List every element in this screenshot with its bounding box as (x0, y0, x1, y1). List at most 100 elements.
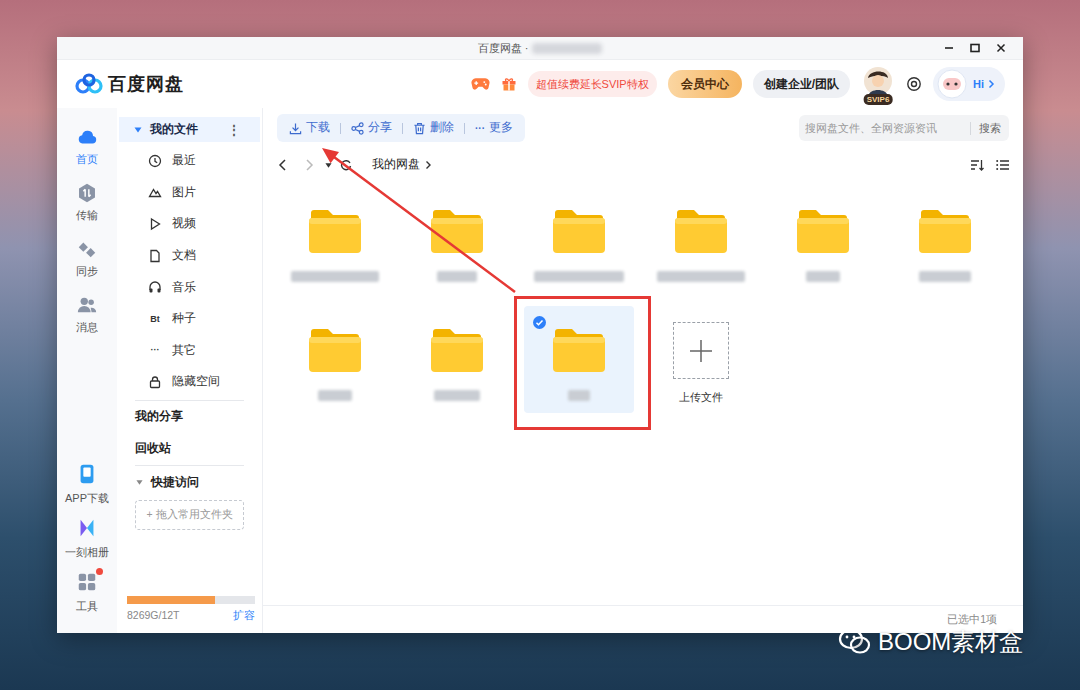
toolbar: 下载 分享 删除 ···更多 搜索 (263, 108, 1023, 143)
nav-label: 工具 (76, 599, 98, 613)
blurred-label (919, 271, 971, 282)
status-text: 已选中1项 (947, 612, 997, 628)
lock-icon (148, 375, 162, 389)
folder-icon (674, 208, 728, 254)
check-icon[interactable] (533, 316, 546, 329)
search-box: 搜索 (799, 115, 1009, 141)
vip-center-button[interactable]: 会员中心 (668, 70, 742, 98)
greeting-button[interactable]: Hi (933, 67, 1005, 101)
sidebar-item[interactable]: 最近 (117, 145, 262, 177)
sidebar-label: 音乐 (172, 279, 196, 296)
nav-item[interactable]: APP下载 (57, 463, 117, 505)
search-input[interactable] (799, 115, 970, 141)
chevron-right-icon (425, 160, 432, 170)
header: 百度网盘 超值续费延长SVIP特权会员中心创建企业/团队 SVIP6 Hi (57, 60, 1023, 108)
toolbar-button[interactable]: 下载 (283, 119, 336, 136)
breadcrumb-bar: 我的网盘 (263, 143, 1023, 187)
expand-triangle-icon[interactable] (136, 479, 143, 486)
settings-icon[interactable] (906, 76, 922, 92)
sidebar-link-label: 回收站 (135, 440, 171, 457)
expand-storage-link[interactable]: 扩容 (233, 608, 255, 624)
folder-item[interactable] (524, 187, 634, 294)
folder-icon (308, 327, 362, 373)
sidebar-item[interactable]: 视频 (117, 208, 262, 240)
blurred-label (806, 271, 840, 282)
folder-item[interactable] (524, 306, 634, 413)
folder-item[interactable] (402, 187, 512, 294)
toolbar-button[interactable]: 分享 (345, 119, 398, 136)
share-icon (351, 122, 364, 135)
avatar-icon (863, 66, 893, 96)
sidebar-item[interactable]: 隐藏空间 (117, 366, 262, 398)
search-button[interactable]: 搜索 (971, 120, 1009, 137)
nav-item[interactable]: 一刻相册 (57, 517, 117, 559)
upload-tile[interactable]: 上传文件 (646, 306, 756, 413)
nav-rail: 首页传输同步消息 APP下载一刻相册工具 (57, 108, 117, 633)
folder-item[interactable] (280, 306, 390, 413)
sidebar-item[interactable]: Bt 种子 (117, 303, 262, 335)
toolbar-label: 删除 (430, 119, 454, 136)
close-icon[interactable] (995, 42, 1007, 54)
quick-access-row[interactable]: 快捷访问 (117, 466, 262, 500)
video-icon (148, 217, 162, 231)
toolbar-label: 分享 (368, 119, 392, 136)
sidebar-label: 种子 (172, 310, 196, 327)
window-body: 首页传输同步消息 APP下载一刻相册工具 我的文件 ⋮ 最近图片视频文档音乐 Bt 种子 ··… (57, 108, 1023, 633)
blurred-label (568, 390, 590, 401)
blurred-account (532, 43, 602, 54)
blurred-label (437, 271, 477, 282)
expand-triangle-icon[interactable] (134, 126, 142, 134)
watermark: BOOM素材盒 (838, 624, 1023, 660)
sidebar-label: 其它 (172, 342, 196, 359)
nav-item[interactable]: 传输 (59, 182, 115, 238)
promo-button[interactable]: 超值续费延长SVIP特权 (528, 71, 657, 97)
my-files-label: 我的文件 (150, 121, 198, 138)
sidebar-link-label: 我的分享 (135, 408, 183, 425)
window-title: 百度网盘 · (478, 40, 529, 57)
logo[interactable]: 百度网盘 (74, 71, 184, 98)
sort-icon[interactable] (970, 159, 984, 171)
folder-item[interactable] (402, 306, 512, 413)
folder-item[interactable] (768, 187, 878, 294)
maximize-icon[interactable] (969, 42, 981, 54)
folder-item[interactable] (646, 187, 756, 294)
game-icon[interactable] (471, 76, 490, 92)
blurred-label (318, 390, 352, 401)
toolbar-button[interactable]: ···更多 (469, 119, 519, 136)
more-menu[interactable]: ⋮ (228, 121, 240, 139)
nav-item[interactable]: 工具 (57, 571, 117, 613)
back-icon[interactable] (277, 158, 289, 172)
image-icon (148, 185, 162, 199)
nav-item[interactable]: 同步 (59, 238, 115, 294)
my-files-row[interactable]: 我的文件 ⋮ (119, 117, 260, 142)
nav-item[interactable]: 首页 (59, 126, 115, 182)
sidebar-link[interactable]: 我的分享 (117, 401, 262, 433)
sidebar-link[interactable]: 回收站 (117, 433, 262, 465)
upload-label: 上传文件 (679, 389, 723, 406)
gift-icon[interactable] (501, 76, 517, 92)
sidebar-item[interactable]: 文档 (117, 240, 262, 272)
nav-item[interactable]: 消息 (59, 294, 115, 350)
breadcrumb-item[interactable]: 我的网盘 (372, 156, 420, 173)
folder-item[interactable] (890, 187, 1000, 294)
upload-box[interactable] (673, 322, 729, 379)
mascot-icon (935, 67, 969, 101)
sidebar-item[interactable]: ···其它 (117, 335, 262, 367)
refresh-icon[interactable] (340, 159, 352, 171)
team-button[interactable]: 创建企业/团队 (753, 70, 850, 98)
folder-icon (918, 208, 972, 254)
category-list: 最近图片视频文档音乐 Bt 种子 ···其它隐藏空间 (117, 142, 262, 398)
svip-badge: SVIP6 (864, 94, 893, 105)
minimize-icon[interactable] (943, 42, 955, 54)
arrow-line (334, 157, 515, 292)
user-avatar[interactable]: SVIP6 (861, 66, 895, 102)
list-view-icon[interactable] (996, 159, 1009, 171)
forward-icon[interactable] (303, 158, 315, 172)
sidebar-item[interactable]: 图片 (117, 177, 262, 209)
history-dropdown-icon[interactable] (325, 162, 332, 169)
glyph-icon: Bt (148, 312, 162, 326)
toolbar-button[interactable]: 删除 (407, 119, 460, 136)
sidebar-item[interactable]: 音乐 (117, 271, 262, 303)
folder-item[interactable] (280, 187, 390, 294)
add-folder-button[interactable]: + 拖入常用文件夹 (135, 500, 244, 530)
